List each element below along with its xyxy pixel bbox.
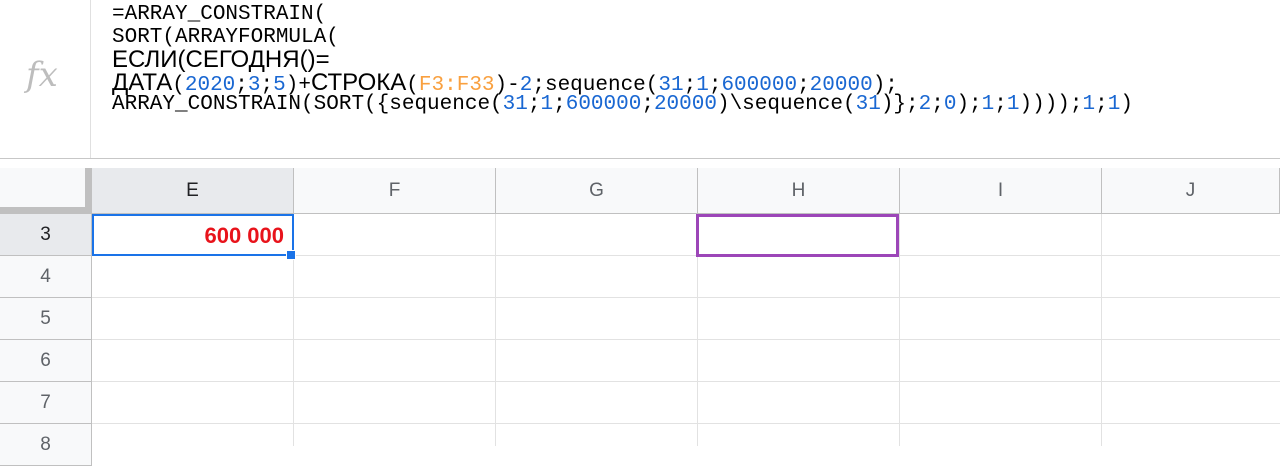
column-header-g[interactable]: G bbox=[496, 168, 698, 214]
row-header-5[interactable]: 5 bbox=[0, 298, 92, 340]
formula-input[interactable]: =ARRAY_CONSTRAIN(SORT(ARRAYFORMULA(ЕСЛИ(… bbox=[112, 3, 1272, 117]
grid-line bbox=[92, 339, 1280, 340]
formula-line: ARRAY_CONSTRAIN(SORT({sequence(31;1;6000… bbox=[112, 93, 1272, 117]
select-all-corner[interactable] bbox=[0, 168, 92, 214]
grid-line bbox=[92, 381, 1280, 382]
row-header-6[interactable]: 6 bbox=[0, 340, 92, 382]
formula-token: ; bbox=[1095, 93, 1108, 116]
formula-token: )))); bbox=[1019, 93, 1083, 116]
formula-token: 1 bbox=[1006, 93, 1020, 116]
formula-line: ЕСЛИ(СЕГОДНЯ()= bbox=[112, 48, 1272, 72]
formula-token: 1 bbox=[981, 93, 995, 116]
formula-token: 1 bbox=[1107, 93, 1121, 116]
row-header-4[interactable]: 4 bbox=[0, 256, 92, 298]
grid-line bbox=[899, 214, 900, 446]
formula-token: 600000 bbox=[565, 93, 642, 116]
grid-line bbox=[1101, 214, 1102, 446]
formula-token: ДАТА bbox=[112, 68, 173, 96]
cell-e3-selected[interactable]: 600 000 bbox=[92, 214, 294, 256]
fx-icon: fx bbox=[26, 55, 58, 95]
formula-token: ; bbox=[931, 93, 944, 116]
column-header-i[interactable]: I bbox=[900, 168, 1102, 214]
formula-token: 31 bbox=[855, 93, 881, 116]
formula-token: ; bbox=[527, 93, 541, 116]
row-header-8[interactable]: 8 bbox=[0, 424, 92, 466]
cell-e3-value: 600 000 bbox=[204, 223, 284, 248]
formula-line: =ARRAY_CONSTRAIN( bbox=[112, 3, 1272, 27]
cell-grid[interactable]: 600 000 bbox=[92, 214, 1280, 446]
grid-line bbox=[92, 423, 1280, 424]
formula-bar: fx =ARRAY_CONSTRAIN(SORT(ARRAYFORMULA(ЕС… bbox=[0, 0, 1280, 159]
frozen-row-handle[interactable] bbox=[0, 207, 92, 213]
row-header-3[interactable]: 3 bbox=[0, 214, 92, 256]
fill-handle[interactable] bbox=[286, 250, 296, 260]
formula-token: ; bbox=[994, 93, 1007, 116]
grid-line bbox=[495, 214, 496, 446]
formula-token: 31 bbox=[502, 93, 528, 116]
formula-token: 1 bbox=[540, 93, 554, 116]
formula-token: 0 bbox=[943, 93, 957, 116]
formula-token: ) bbox=[1120, 93, 1133, 116]
formula-token: 20000 bbox=[653, 93, 717, 116]
formula-token: ; bbox=[553, 93, 566, 116]
column-header-h[interactable]: H bbox=[698, 168, 900, 214]
formula-line: ДАТА(2020;3;5)+СТРОКА(F3:F33)-2;sequence… bbox=[112, 68, 1272, 96]
cell-h3-collaborator-cursor[interactable] bbox=[696, 214, 899, 257]
formula-token: )}; bbox=[880, 93, 919, 116]
formula-token: 2 bbox=[918, 93, 932, 116]
column-header-f[interactable]: F bbox=[294, 168, 496, 214]
row-header-7[interactable]: 7 bbox=[0, 382, 92, 424]
grid-line bbox=[92, 297, 1280, 298]
formula-token: ); bbox=[956, 93, 982, 116]
formula-token: ARRAY_CONSTRAIN(SORT({sequence( bbox=[112, 93, 503, 116]
column-header-j[interactable]: J bbox=[1102, 168, 1280, 214]
formula-token: ; bbox=[641, 93, 654, 116]
formula-token: СТРОКА bbox=[310, 68, 407, 96]
formula-token: =ARRAY_CONSTRAIN( bbox=[112, 3, 327, 26]
column-header-e[interactable]: E bbox=[92, 168, 294, 214]
fx-label: fx bbox=[0, 0, 91, 158]
formula-token: )\sequence( bbox=[716, 93, 856, 116]
formula-token: 1 bbox=[1082, 93, 1096, 116]
